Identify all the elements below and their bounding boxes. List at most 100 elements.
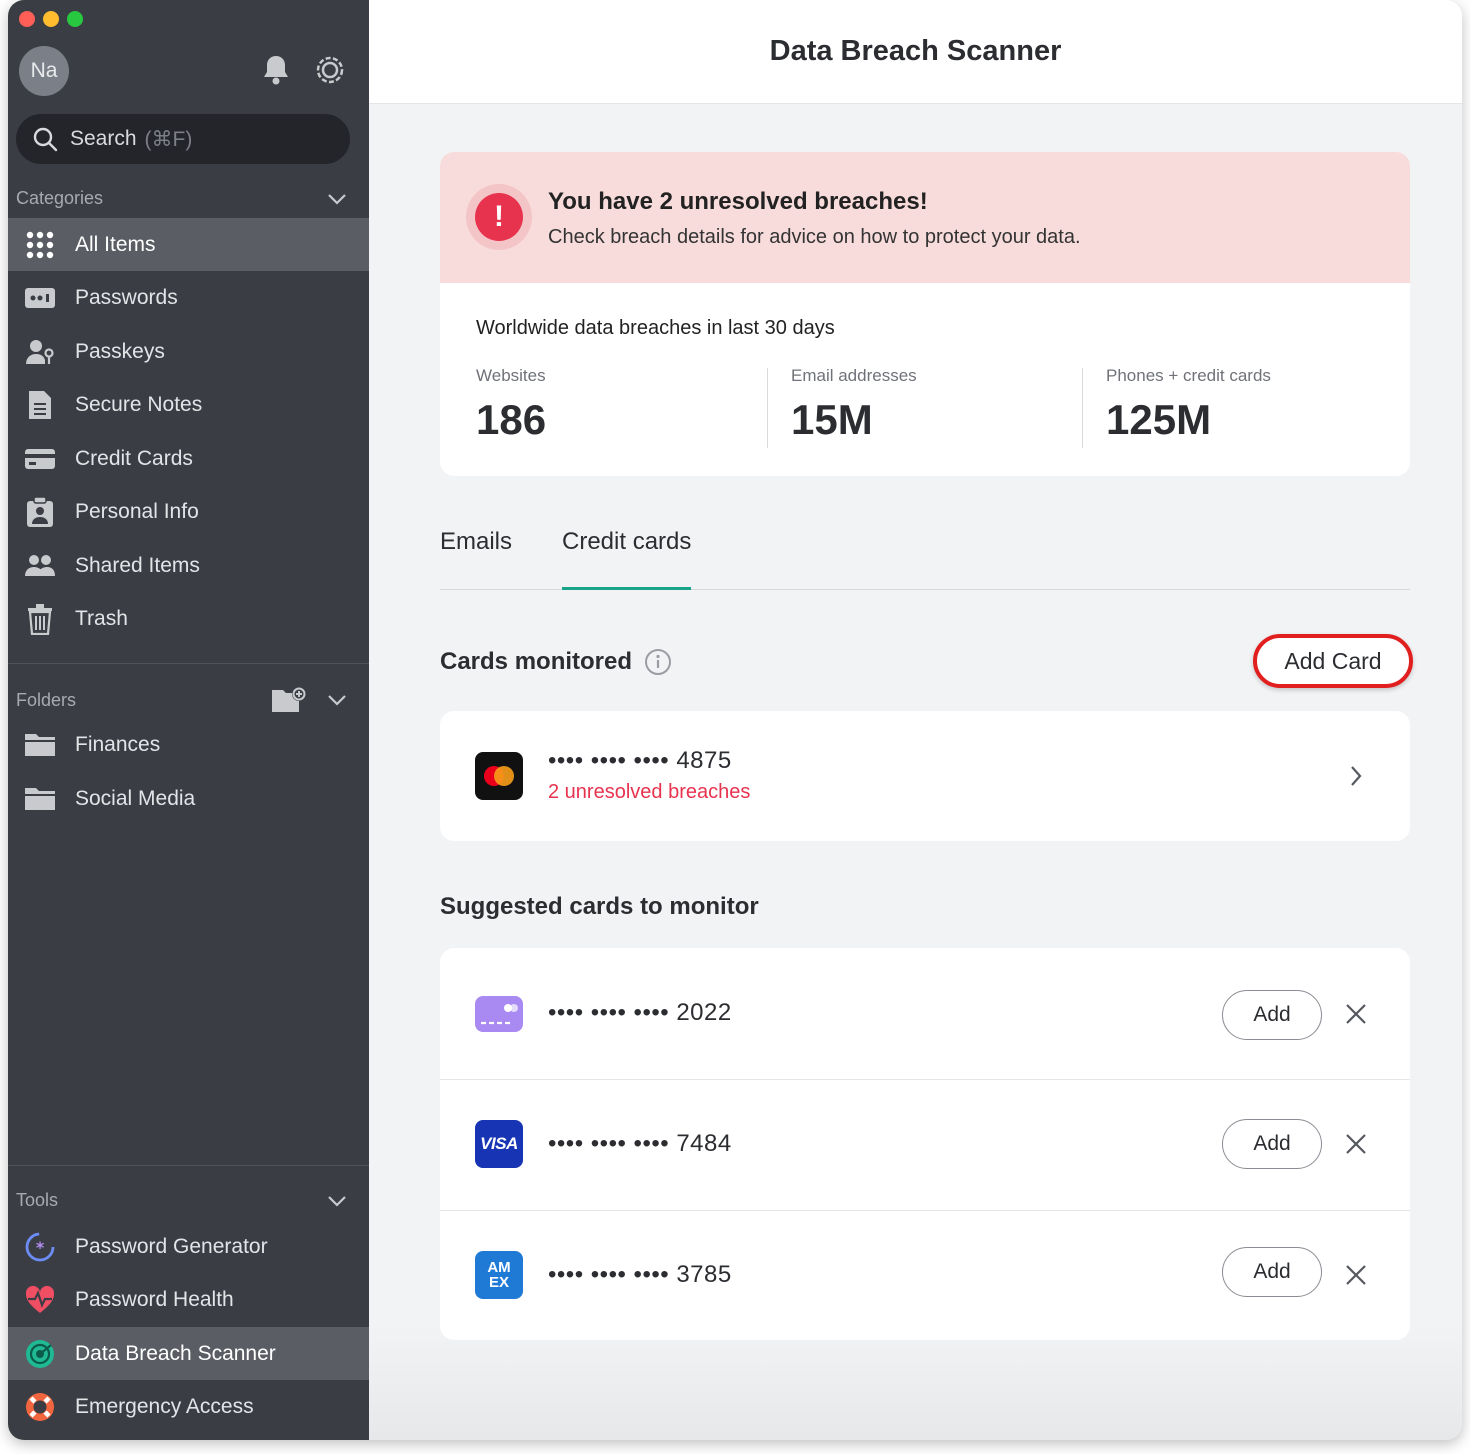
folder-icon	[23, 728, 57, 762]
sidebar-item-data-breach-scanner[interactable]: Data Breach Scanner	[8, 1327, 369, 1380]
new-folder-icon[interactable]	[271, 686, 307, 714]
sidebar-item-label: Social Media	[75, 786, 196, 810]
bell-icon[interactable]	[258, 52, 294, 88]
lifebuoy-icon	[23, 1390, 57, 1424]
amex-logo-icon: AM EX	[475, 1251, 523, 1299]
sidebar-item-label: All Items	[75, 232, 156, 256]
sidebar-item-label: Password Generator	[75, 1234, 268, 1258]
sidebar-item-shared-items[interactable]: Shared Items	[8, 539, 369, 592]
main-panel: Data Breach Scanner ! You have 2 unresol…	[369, 0, 1462, 1440]
generic-card-icon	[475, 996, 523, 1032]
grid-icon	[23, 228, 57, 262]
sidebar-item-passkeys[interactable]: Passkeys	[8, 325, 369, 378]
alert-exclamation-icon: !	[466, 184, 532, 250]
sidebar-item-personal-info[interactable]: Personal Info	[8, 485, 369, 538]
generator-icon: *	[23, 1230, 57, 1264]
breach-summary-card: ! You have 2 unresolved breaches! Check …	[440, 152, 1410, 476]
sidebar-item-label: Credit Cards	[75, 446, 193, 470]
dismiss-x-icon[interactable]	[1343, 1262, 1369, 1288]
visa-logo-text: VISA	[480, 1134, 518, 1153]
search-placeholder: Search	[70, 127, 137, 150]
radar-icon	[23, 1337, 57, 1371]
add-suggested-card-button[interactable]: Add	[1222, 1119, 1322, 1169]
dismiss-x-icon[interactable]	[1343, 1001, 1369, 1027]
credit-card-icon	[23, 442, 57, 476]
section-title-text: Cards monitored	[440, 648, 633, 675]
card-number: •••• •••• •••• 7484	[548, 1130, 732, 1157]
stat-value: 186	[476, 396, 547, 443]
sidebar-item-emergency-access[interactable]: Emergency Access	[8, 1380, 369, 1433]
chevron-down-icon[interactable]	[327, 1195, 347, 1207]
card-breach-status: 2 unresolved breaches	[548, 781, 751, 803]
alert-title: You have 2 unresolved breaches!	[548, 188, 928, 215]
sidebar-item-label: Passwords	[75, 285, 178, 309]
search-icon	[33, 127, 58, 152]
add-card-button[interactable]: Add Card	[1253, 634, 1413, 688]
avatar[interactable]: Na	[19, 46, 69, 96]
stat-value: 125M	[1106, 396, 1212, 443]
folder-icon	[23, 782, 57, 816]
sidebar-item-password-generator[interactable]: * Password Generator	[8, 1220, 369, 1273]
sidebar-item-label: Passkeys	[75, 339, 165, 363]
categories-label: Categories	[16, 188, 104, 208]
tab-credit-cards[interactable]: Credit cards	[562, 528, 692, 590]
tab-emails[interactable]: Emails	[440, 528, 512, 590]
heart-pulse-icon	[23, 1283, 57, 1317]
stat-phones-credit-cards: Phones + credit cards 125M	[1106, 366, 1271, 448]
sidebar-item-credit-cards[interactable]: Credit Cards	[8, 432, 369, 485]
zoom-window-button[interactable]	[67, 11, 83, 27]
chevron-right-icon[interactable]	[1348, 764, 1364, 788]
sidebar-divider	[8, 663, 369, 664]
chevron-down-icon[interactable]	[327, 694, 347, 706]
suggested-card-row: VISA •••• •••• •••• 7484 Add	[440, 1080, 1410, 1210]
info-icon[interactable]	[644, 648, 672, 676]
note-icon	[23, 388, 57, 422]
stat-value: 15M	[791, 396, 873, 443]
people-icon	[23, 549, 57, 583]
stat-divider	[1082, 368, 1083, 448]
tools-label: Tools	[16, 1190, 59, 1210]
passkey-icon	[23, 335, 57, 369]
app-window: Na Search (⌘F) Categories All Items Pass…	[8, 0, 1462, 1440]
sidebar-divider	[8, 1165, 369, 1166]
suggested-cards-list: •••• •••• •••• 2022 Add VISA •••• •••• •…	[440, 948, 1410, 1340]
folders-header[interactable]: Folders	[16, 686, 361, 714]
page-title: Data Breach Scanner	[369, 0, 1462, 104]
sidebar-item-label: Shared Items	[75, 553, 200, 577]
monitored-card-row[interactable]: •••• •••• •••• 4875 2 unresolved breache…	[440, 711, 1410, 841]
minimize-window-button[interactable]	[43, 11, 59, 27]
chevron-down-icon[interactable]	[327, 193, 347, 205]
section-title-text: Suggested cards to monitor	[440, 893, 759, 920]
monitored-cards-list: •••• •••• •••• 4875 2 unresolved breache…	[440, 711, 1410, 841]
sidebar-item-all-items[interactable]: All Items	[8, 218, 369, 271]
add-suggested-card-button[interactable]: Add	[1222, 1247, 1322, 1297]
sidebar-item-label: Personal Info	[75, 499, 199, 523]
tab-bar: Emails Credit cards	[440, 520, 1410, 590]
sidebar-item-secure-notes[interactable]: Secure Notes	[8, 378, 369, 431]
breach-alert: ! You have 2 unresolved breaches! Check …	[440, 152, 1410, 283]
sidebar-item-finances[interactable]: Finances	[8, 718, 369, 771]
alert-subtitle: Check breach details for advice on how t…	[548, 226, 1081, 248]
card-number: •••• •••• •••• 2022	[548, 999, 732, 1026]
sidebar-item-social-media[interactable]: Social Media	[8, 772, 369, 825]
sidebar-item-label: Emergency Access	[75, 1394, 254, 1418]
sidebar-item-label: Finances	[75, 732, 161, 756]
sidebar-item-passwords[interactable]: Passwords	[8, 271, 369, 324]
card-number: •••• •••• •••• 3785	[548, 1261, 732, 1288]
close-window-button[interactable]	[19, 11, 35, 27]
stat-label: Websites	[476, 366, 546, 385]
tools-header[interactable]: Tools	[16, 1190, 361, 1211]
search-input[interactable]: Search (⌘F)	[16, 114, 350, 164]
add-suggested-card-button[interactable]: Add	[1222, 990, 1322, 1040]
sidebar-item-trash[interactable]: Trash	[8, 592, 369, 645]
folders-label: Folders	[16, 689, 77, 710]
sidebar-item-label: Password Health	[75, 1287, 234, 1311]
dismiss-x-icon[interactable]	[1343, 1131, 1369, 1157]
categories-header[interactable]: Categories	[16, 188, 361, 209]
settings-gear-icon[interactable]	[312, 52, 348, 88]
sidebar-item-label: Trash	[75, 606, 128, 630]
sidebar-item-password-health[interactable]: Password Health	[8, 1273, 369, 1326]
stat-label: Phones + credit cards	[1106, 366, 1271, 385]
sidebar-item-label: Data Breach Scanner	[75, 1341, 276, 1365]
sidebar: Na Search (⌘F) Categories All Items Pass…	[8, 0, 369, 1440]
